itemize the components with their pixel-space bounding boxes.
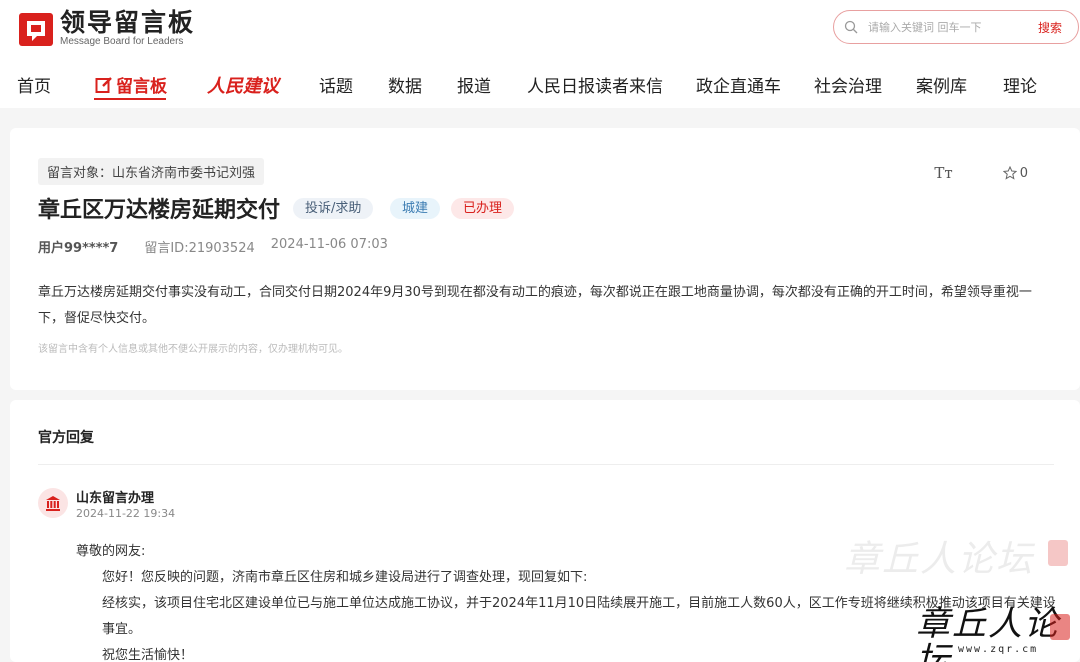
nav-message-board-label: 留言板 [116, 77, 167, 97]
nav-people-suggestion[interactable]: 人民建议 [207, 72, 279, 98]
avatar [38, 488, 68, 518]
star-icon [1002, 166, 1017, 180]
search-button[interactable]: 搜索 [1038, 19, 1062, 36]
nav-social-governance[interactable]: 社会治理 [814, 72, 882, 97]
reply-paragraph: 经核实，该项目住宅北区建设单位已与施工单位达成施工协议，并于2024年11月10… [102, 596, 1056, 637]
field-badge: 城建 [390, 198, 441, 219]
nav-topics[interactable]: 话题 [319, 72, 353, 97]
search-box: 搜索 [833, 10, 1079, 44]
message-card: 留言对象：山东省济南市委书记刘强 Tт 0 章丘区万达楼房延期交付 投诉/求助 … [10, 128, 1080, 390]
reply-closing: 祝您生活愉快！ [102, 648, 194, 662]
watermark-url: www.zqr.cm [958, 644, 1039, 655]
divider [38, 464, 1054, 465]
reply-organization: 山东留言办理 [76, 491, 155, 506]
nav-reader-letters[interactable]: 人民日报读者来信 [527, 72, 663, 97]
type-badge: 投诉/求助 [293, 198, 374, 219]
message-meta: 用户99****7 留言ID:21903524 2024-11-06 07:03 [38, 237, 388, 256]
nav-message-board[interactable]: 留言板 [95, 72, 167, 97]
main-nav: 首页 留言板 人民建议 话题 数据 报道 人民日报读者来信 政企直通车 社会治理… [0, 64, 1080, 100]
status-badge: 已办理 [451, 198, 515, 219]
message-tools: Tт 0 [934, 164, 1028, 182]
nav-active-underline [94, 98, 166, 100]
nav-theory[interactable]: 理论 [1003, 72, 1037, 97]
author-name: 用户99****7 [38, 241, 119, 256]
message-title: 章丘区万达楼房延期交付 [38, 198, 281, 223]
message-id: 留言ID:21903524 [144, 241, 255, 256]
nav-data[interactable]: 数据 [388, 72, 422, 97]
watermark-faint: 章丘人论坛 [844, 539, 1035, 580]
message-datetime: 2024-11-06 07:03 [270, 237, 388, 252]
logo-mark-icon [18, 11, 54, 47]
edit-icon [95, 76, 112, 93]
site-logo[interactable]: 领导留言板 Message Board for Leaders [18, 10, 195, 47]
favorite-button[interactable]: 0 [1002, 165, 1028, 181]
watermark-seal-icon [1050, 614, 1070, 640]
reply-heading: 官方回复 [38, 430, 94, 446]
government-building-icon [46, 496, 60, 511]
nav-reports[interactable]: 报道 [457, 72, 491, 97]
search-input[interactable] [868, 20, 1028, 34]
message-target: 留言对象：山东省济南市委书记刘强 [38, 158, 265, 185]
reply-datetime: 2024-11-22 19:34 [76, 507, 176, 520]
logo-subtitle: Message Board for Leaders [60, 36, 184, 47]
nav-gov-enterprise[interactable]: 政企直通车 [696, 72, 781, 97]
favorite-count: 0 [1019, 165, 1028, 181]
message-body: 章丘万达楼房延期交付事实没有动工，合同交付日期2024年9月30号到现在都没有动… [38, 285, 1032, 326]
search-icon [844, 20, 858, 34]
font-size-icon[interactable]: Tт [934, 164, 952, 182]
nav-home[interactable]: 首页 [17, 72, 51, 97]
watermark-seal-icon [1048, 540, 1068, 566]
privacy-note: 该留言中含有个人信息或其他不便公开展示的内容，仅办理机构可见。 [38, 344, 348, 355]
site-header: 领导留言板 Message Board for Leaders 搜索 首页 留言… [0, 0, 1080, 108]
logo-title: 领导留言板 [60, 8, 196, 37]
nav-case-library[interactable]: 案例库 [916, 72, 967, 97]
